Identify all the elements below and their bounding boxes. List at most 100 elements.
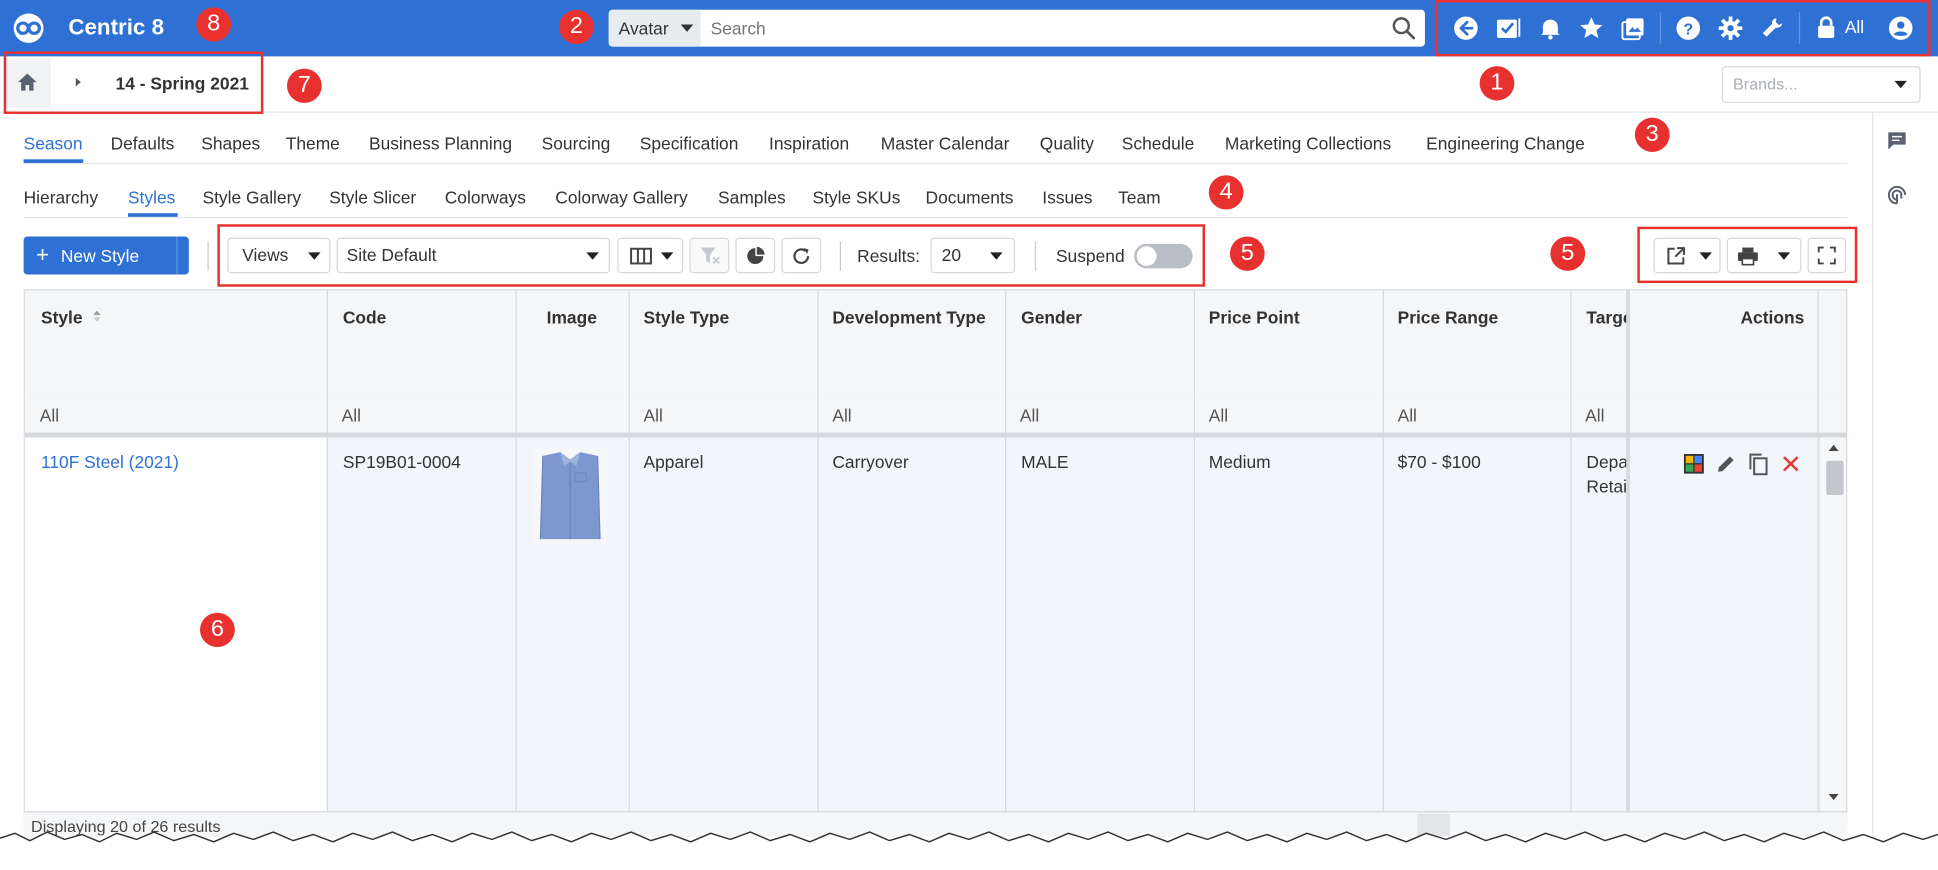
filter-price-point[interactable]: All bbox=[1209, 406, 1228, 426]
column-divider bbox=[1382, 290, 1384, 828]
tab-styles[interactable]: Styles bbox=[128, 187, 175, 207]
column-divider bbox=[1193, 290, 1196, 828]
cell-development-type: Carryover bbox=[832, 452, 909, 472]
search-bar: Avatar bbox=[608, 9, 1425, 47]
app-title[interactable]: Centric 8 bbox=[68, 15, 164, 41]
chevron-down-icon[interactable] bbox=[190, 252, 203, 260]
screenshot-canvas: Centric 8 Avatar Search ? All 14 - Sprin… bbox=[0, 0, 1938, 870]
column-header-style-type[interactable]: Style Type bbox=[644, 308, 730, 328]
tab-business-planning[interactable]: Business Planning bbox=[369, 134, 512, 154]
column-header-code[interactable]: Code bbox=[343, 308, 386, 328]
tab-documents[interactable]: Documents bbox=[926, 187, 1014, 207]
copy-icon[interactable] bbox=[1748, 453, 1769, 476]
annotation-box-5-right bbox=[1637, 226, 1858, 284]
tab-schedule[interactable]: Schedule bbox=[1122, 134, 1195, 154]
tab-team[interactable]: Team bbox=[1118, 187, 1161, 207]
column-header-target[interactable]: Targe bbox=[1586, 308, 1626, 328]
search-icon[interactable] bbox=[1391, 16, 1416, 41]
tab-samples[interactable]: Samples bbox=[718, 187, 786, 207]
callout-6: 6 bbox=[200, 612, 235, 648]
filter-target[interactable]: All bbox=[1585, 406, 1604, 426]
scroll-up-icon[interactable] bbox=[1827, 442, 1839, 452]
brands-placeholder: Brands... bbox=[1733, 74, 1798, 94]
filter-price-range[interactable]: All bbox=[1398, 406, 1417, 426]
cell-target-line-2: Retail bbox=[1586, 476, 1626, 497]
tab-style-slicer[interactable]: Style Slicer bbox=[329, 187, 416, 207]
cell-price-point: Medium bbox=[1208, 452, 1271, 472]
scroll-down-icon[interactable] bbox=[1827, 793, 1839, 803]
callout-8: 8 bbox=[196, 7, 232, 42]
new-style-button[interactable]: + New Style bbox=[23, 236, 203, 275]
tab-engineering-change[interactable]: Engineering Change bbox=[1426, 134, 1585, 154]
tab-sourcing[interactable]: Sourcing bbox=[542, 134, 611, 154]
style-thumbnail[interactable] bbox=[532, 448, 608, 545]
tab-inspiration[interactable]: Inspiration bbox=[769, 134, 849, 154]
column-header-style[interactable]: Style bbox=[41, 308, 104, 327]
annotation-box-7 bbox=[3, 51, 264, 114]
comment-icon[interactable] bbox=[1886, 130, 1908, 152]
brands-select[interactable]: Brands... bbox=[1721, 66, 1921, 103]
search-input[interactable] bbox=[703, 9, 1374, 47]
column-header-development-type[interactable]: Development Type bbox=[832, 308, 985, 328]
column-divider bbox=[1005, 290, 1007, 828]
tab-colorways[interactable]: Colorways bbox=[445, 187, 526, 207]
tab-style-gallery[interactable]: Style Gallery bbox=[202, 187, 301, 207]
filter-gender[interactable]: All bbox=[1020, 406, 1039, 426]
style-link[interactable]: 110F Steel (2021) bbox=[41, 452, 179, 472]
grid-header bbox=[24, 290, 1847, 398]
callout-4: 4 bbox=[1208, 175, 1244, 210]
column-divider bbox=[1570, 290, 1572, 828]
divider bbox=[23, 162, 1848, 165]
callout-5-left: 5 bbox=[1229, 236, 1265, 271]
colorway-palette-icon[interactable] bbox=[1683, 453, 1704, 474]
column-header-gender[interactable]: Gender bbox=[1021, 308, 1082, 328]
filter-style-type[interactable]: All bbox=[644, 406, 663, 426]
column-header-image[interactable]: Image bbox=[547, 308, 597, 328]
grid-filter-row bbox=[24, 395, 1847, 438]
edit-pencil-icon[interactable] bbox=[1716, 453, 1737, 474]
tab-hierarchy[interactable]: Hierarchy bbox=[24, 187, 98, 207]
tab-master-calendar[interactable]: Master Calendar bbox=[881, 134, 1010, 154]
fingerprint-icon[interactable] bbox=[1886, 184, 1908, 206]
column-divider bbox=[817, 290, 819, 828]
divider bbox=[0, 111, 1938, 113]
tab-defaults[interactable]: Defaults bbox=[111, 134, 175, 154]
tab-issues[interactable]: Issues bbox=[1042, 187, 1092, 207]
column-header-price-point[interactable]: Price Point bbox=[1209, 308, 1300, 328]
app-stage: Centric 8 Avatar Search ? All 14 - Sprin… bbox=[0, 0, 1938, 870]
annotation-box-1 bbox=[1434, 0, 1931, 57]
filter-style[interactable]: All bbox=[40, 406, 59, 426]
divider bbox=[176, 236, 178, 275]
sort-icon bbox=[93, 310, 102, 322]
search-scope-select[interactable]: Avatar bbox=[608, 9, 701, 47]
annotation-box-5-left bbox=[217, 224, 1206, 287]
right-rail-divider bbox=[1872, 111, 1874, 847]
tab-shapes[interactable]: Shapes bbox=[201, 134, 260, 154]
vertical-scrollbar[interactable] bbox=[1818, 437, 1847, 828]
filter-development-type[interactable]: All bbox=[832, 406, 851, 426]
chevron-down-icon bbox=[1894, 80, 1907, 89]
callout-5-right: 5 bbox=[1550, 236, 1586, 271]
filter-code[interactable]: All bbox=[342, 406, 361, 426]
pinned-column-divider bbox=[1626, 290, 1630, 828]
tab-style-skus[interactable]: Style SKUs bbox=[812, 187, 900, 207]
chevron-down-icon bbox=[680, 24, 694, 32]
scrollbar-thumb[interactable] bbox=[1826, 460, 1844, 496]
tab-season[interactable]: Season bbox=[24, 134, 83, 154]
divider bbox=[207, 241, 209, 271]
tab-theme[interactable]: Theme bbox=[286, 134, 340, 154]
callout-3: 3 bbox=[1634, 117, 1670, 152]
new-style-label: New Style bbox=[60, 246, 140, 266]
centric-logo-icon[interactable] bbox=[10, 12, 47, 44]
tab-specification[interactable]: Specification bbox=[640, 134, 739, 154]
column-divider bbox=[628, 290, 630, 828]
cell-style-type: Apparel bbox=[643, 452, 704, 472]
divider bbox=[23, 216, 1848, 219]
tab-quality[interactable]: Quality bbox=[1040, 134, 1094, 154]
tab-marketing-collections[interactable]: Marketing Collections bbox=[1225, 134, 1391, 154]
delete-x-icon[interactable] bbox=[1781, 455, 1800, 473]
column-header-actions: Actions bbox=[1740, 307, 1805, 328]
tab-colorway-gallery[interactable]: Colorway Gallery bbox=[555, 187, 687, 207]
column-header-price-range[interactable]: Price Range bbox=[1398, 308, 1499, 328]
cell-price-range: $70 - $100 bbox=[1397, 452, 1481, 472]
